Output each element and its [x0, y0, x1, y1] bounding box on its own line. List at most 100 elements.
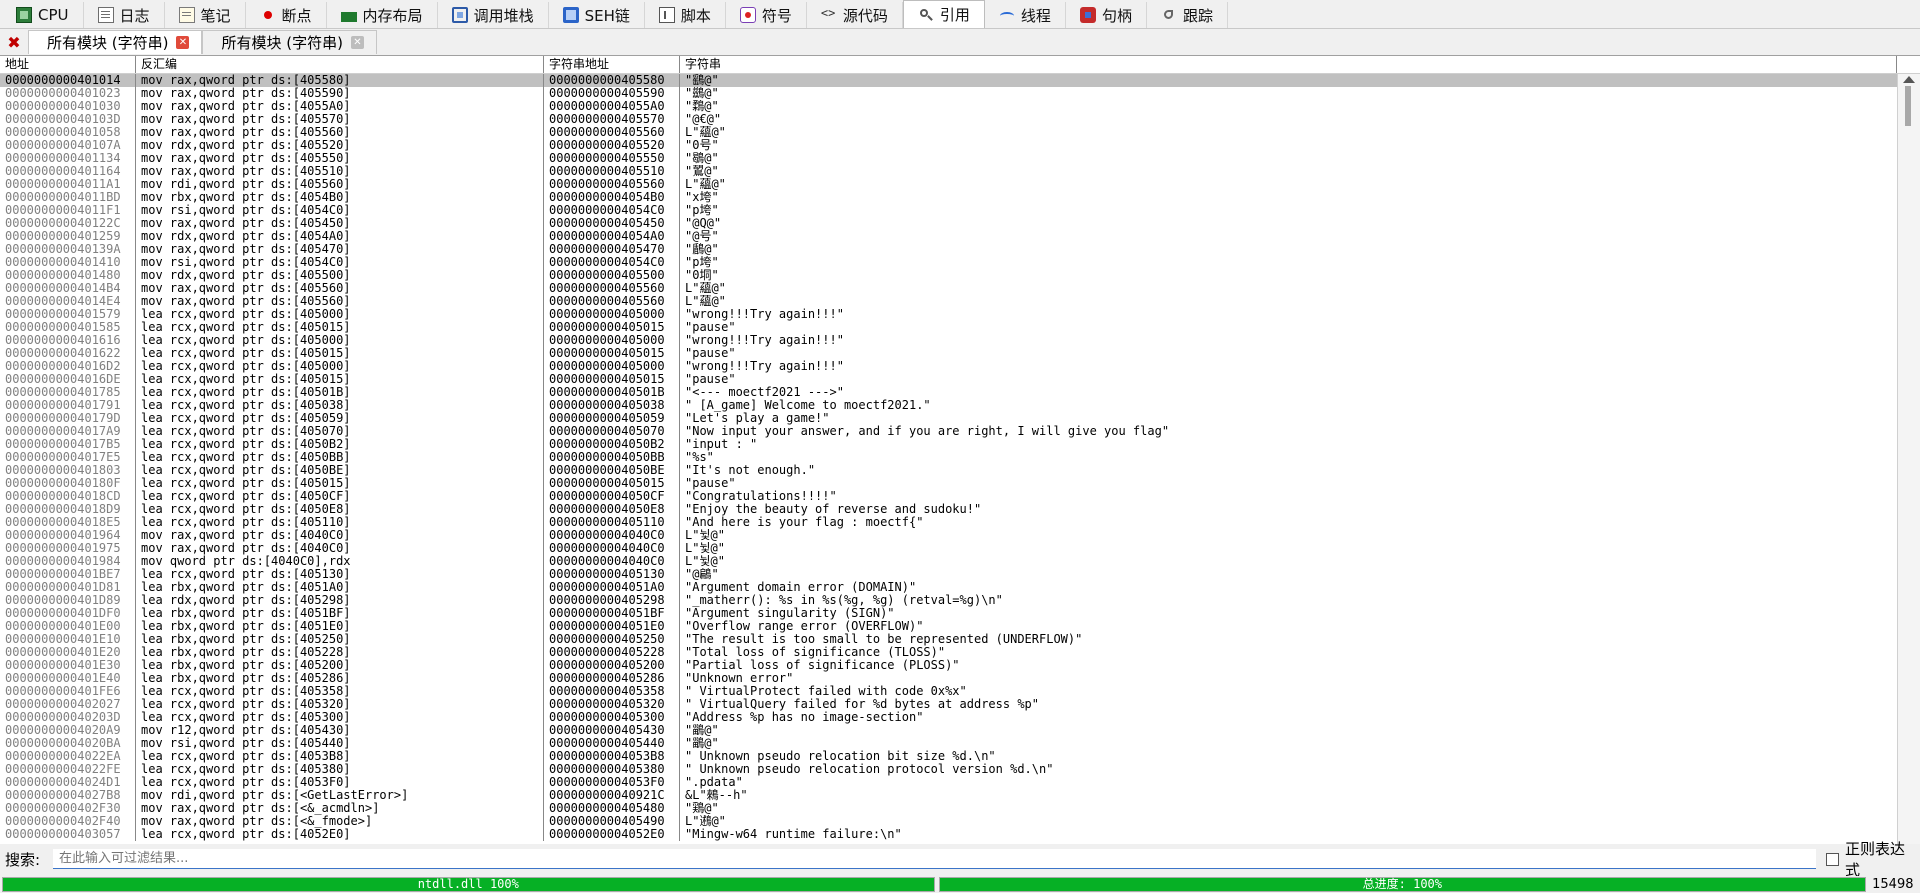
- cell-string: " VirtualQuery failed for %d bytes at ad…: [685, 698, 1040, 711]
- checkbox-box[interactable]: [1826, 852, 1840, 866]
- cell-address: 0000000000401964: [0, 529, 136, 542]
- trace-icon: [1161, 7, 1177, 23]
- table-row[interactable]: 00000000004011A1 mov rdi,qword ptr ds:[40…: [0, 178, 1897, 191]
- table-row[interactable]: 00000000004014E4 mov rax,qword ptr ds:[40…: [0, 295, 1897, 308]
- search-input[interactable]: [52, 849, 1817, 869]
- table-row[interactable]: 00000000004020BA mov rsi,qword ptr ds:[40…: [0, 737, 1897, 750]
- table-row[interactable]: 00000000004022FE lea rcx,qword ptr ds:[40…: [0, 763, 1897, 776]
- column-header-address[interactable]: 地址: [0, 56, 136, 73]
- tab-notes[interactable]: 笔记: [165, 2, 246, 28]
- table-row[interactable]: 0000000000401585 lea rcx,qword ptr ds:[40…: [0, 321, 1897, 334]
- scroll-up-arrow-icon[interactable]: [1903, 76, 1915, 83]
- column-header-string[interactable]: 字符串: [680, 56, 1897, 73]
- table-row[interactable]: 0000000000401785 lea rcx,qword ptr ds:[40…: [0, 386, 1897, 399]
- table-row[interactable]: 0000000000401E10 lea rbx,qword ptr ds:[40…: [0, 633, 1897, 646]
- cell-string-address: 0000000000405015: [544, 347, 680, 360]
- scrollbar-thumb[interactable]: [1905, 86, 1911, 126]
- table-row[interactable]: 0000000000401480 mov rdx,qword ptr ds:[40…: [0, 269, 1897, 282]
- table-row[interactable]: 0000000000401803 lea rcx,qword ptr ds:[40…: [0, 464, 1897, 477]
- references-tab-strings-2[interactable]: 所有模块 (字符串) ✕: [202, 30, 377, 54]
- tab-handles[interactable]: 句柄: [1066, 2, 1147, 28]
- table-row[interactable]: 00000000004024D1 lea rcx,qword ptr ds:[40…: [0, 776, 1897, 789]
- table-row[interactable]: 00000000004018CD lea rcx,qword ptr ds:[40…: [0, 490, 1897, 503]
- table-row[interactable]: 0000000000401E00 lea rbx,qword ptr ds:[40…: [0, 620, 1897, 633]
- table-row[interactable]: 0000000000401616 lea rcx,qword ptr ds:[40…: [0, 334, 1897, 347]
- main-tab-bar: CPU 日志 笔记 断点 内存布局 调用堆栈 SEH链 脚本 符号 源代码 引用 线程 句柄 跟踪: [0, 0, 1920, 29]
- table-row[interactable]: 0000000000402F40 mov rax,qword ptr ds:[<&…: [0, 815, 1897, 828]
- table-row[interactable]: 00000000004027B8 mov rdi,qword ptr ds:[<G…: [0, 789, 1897, 802]
- cell-address: 0000000000401030: [0, 100, 136, 113]
- tab-seh-chain[interactable]: SEH链: [549, 2, 645, 28]
- table-row[interactable]: 0000000000401579 lea rcx,qword ptr ds:[40…: [0, 308, 1897, 321]
- table-row[interactable]: 0000000000401E30 lea rbx,qword ptr ds:[40…: [0, 659, 1897, 672]
- cell-string-address: 0000000000405059: [544, 412, 680, 425]
- close-tab-icon[interactable]: ✕: [176, 36, 190, 49]
- table-row[interactable]: 00000000004017E5 lea rcx,qword ptr ds:[40…: [0, 451, 1897, 464]
- references-tab-strings-1[interactable]: 所有模块 (字符串) ✕: [28, 30, 203, 54]
- tab-references[interactable]: 引用: [902, 0, 985, 28]
- table-row[interactable]: 00000000004020A9 mov r12,qword ptr ds:[40…: [0, 724, 1897, 737]
- table-row[interactable]: 0000000000401984 mov qword ptr ds:[4040C0…: [0, 555, 1897, 568]
- table-row[interactable]: 000000000040122C mov rax,qword ptr ds:[40…: [0, 217, 1897, 230]
- table-row[interactable]: 00000000004016D2 lea rcx,qword ptr ds:[40…: [0, 360, 1897, 373]
- close-all-tabs-icon[interactable]: ✖: [0, 30, 28, 54]
- table-row[interactable]: 0000000000401FE6 lea rcx,qword ptr ds:[40…: [0, 685, 1897, 698]
- table-row[interactable]: 0000000000401D89 lea rdx,qword ptr ds:[40…: [0, 594, 1897, 607]
- table-row[interactable]: 000000000040180F lea rcx,qword ptr ds:[40…: [0, 477, 1897, 490]
- column-header-disassembly[interactable]: 反汇编: [136, 56, 544, 73]
- table-row[interactable]: 0000000000401791 lea rcx,qword ptr ds:[40…: [0, 399, 1897, 412]
- table-row[interactable]: 0000000000401030 mov rax,qword ptr ds:[40…: [0, 100, 1897, 113]
- tab-log[interactable]: 日志: [84, 2, 165, 28]
- tab-breakpoint[interactable]: 断点: [246, 2, 327, 28]
- table-row[interactable]: 0000000000401975 mov rax,qword ptr ds:[40…: [0, 542, 1897, 555]
- table-row[interactable]: 0000000000403057 lea rcx,qword ptr ds:[40…: [0, 828, 1897, 841]
- cell-string-address: 0000000000405038: [544, 399, 680, 412]
- tab-trace[interactable]: 跟踪: [1147, 2, 1228, 28]
- table-row[interactable]: 0000000000401DF0 lea rbx,qword ptr ds:[40…: [0, 607, 1897, 620]
- table-row[interactable]: 000000000040103D mov rax,qword ptr ds:[40…: [0, 113, 1897, 126]
- table-row[interactable]: 0000000000402027 lea rcx,qword ptr ds:[40…: [0, 698, 1897, 711]
- table-row[interactable]: 0000000000401023 mov rax,qword ptr ds:[40…: [0, 87, 1897, 100]
- vertical-scrollbar[interactable]: [1897, 74, 1920, 844]
- table-row[interactable]: 00000000004011BD mov rbx,qword ptr ds:[40…: [0, 191, 1897, 204]
- table-row[interactable]: 000000000040107A mov rdx,qword ptr ds:[40…: [0, 139, 1897, 152]
- tab-call-stack[interactable]: 调用堆栈: [438, 2, 549, 28]
- cell-string: L"뉯@": [685, 542, 725, 555]
- table-row[interactable]: 00000000004018E5 lea rcx,qword ptr ds:[40…: [0, 516, 1897, 529]
- tab-label: 脚本: [680, 6, 711, 25]
- cell-address: 0000000000402F30: [0, 802, 136, 815]
- table-row[interactable]: 0000000000401410 mov rsi,qword ptr ds:[40…: [0, 256, 1897, 269]
- tab-cpu[interactable]: CPU: [2, 2, 84, 28]
- table-row[interactable]: 0000000000401622 lea rcx,qword ptr ds:[40…: [0, 347, 1897, 360]
- table-row[interactable]: 000000000040139A mov rax,qword ptr ds:[40…: [0, 243, 1897, 256]
- tab-script[interactable]: 脚本: [645, 2, 726, 28]
- table-row[interactable]: 00000000004014B4 mov rax,qword ptr ds:[40…: [0, 282, 1897, 295]
- table-row[interactable]: 0000000000401014 mov rax,qword ptr ds:[40…: [0, 74, 1897, 87]
- tab-threads[interactable]: 线程: [985, 2, 1066, 28]
- table-row[interactable]: 0000000000401164 mov rax,qword ptr ds:[40…: [0, 165, 1897, 178]
- regex-checkbox[interactable]: 正则表达式: [1826, 838, 1920, 880]
- table-row[interactable]: 00000000004017B5 lea rcx,qword ptr ds:[40…: [0, 438, 1897, 451]
- table-row[interactable]: 0000000000401E20 lea rbx,qword ptr ds:[40…: [0, 646, 1897, 659]
- tab-symbols[interactable]: 符号: [726, 2, 807, 28]
- table-row[interactable]: 0000000000401058 mov rax,qword ptr ds:[40…: [0, 126, 1897, 139]
- tab-source[interactable]: 源代码: [807, 2, 903, 28]
- table-row[interactable]: 0000000000402F30 mov rax,qword ptr ds:[<&…: [0, 802, 1897, 815]
- column-header-string-address[interactable]: 字符串地址: [544, 56, 680, 73]
- table-row[interactable]: 00000000004018D9 lea rcx,qword ptr ds:[40…: [0, 503, 1897, 516]
- table-row[interactable]: 00000000004022EA lea rcx,qword ptr ds:[40…: [0, 750, 1897, 763]
- table-row[interactable]: 0000000000401E40 lea rbx,qword ptr ds:[40…: [0, 672, 1897, 685]
- table-row[interactable]: 0000000000401D81 lea rbx,qword ptr ds:[40…: [0, 581, 1897, 594]
- table-row[interactable]: 00000000004017A9 lea rcx,qword ptr ds:[40…: [0, 425, 1897, 438]
- table-row[interactable]: 00000000004016DE lea rcx,qword ptr ds:[40…: [0, 373, 1897, 386]
- cell-disassembly: mov rax,qword ptr ds:[4040C0]: [136, 542, 544, 555]
- tab-memory-map[interactable]: 内存布局: [327, 2, 438, 28]
- table-row[interactable]: 0000000000401BE7 lea rcx,qword ptr ds:[40…: [0, 568, 1897, 581]
- table-row[interactable]: 00000000004011F1 mov rsi,qword ptr ds:[40…: [0, 204, 1897, 217]
- table-row[interactable]: 0000000000401964 mov rax,qword ptr ds:[40…: [0, 529, 1897, 542]
- table-row[interactable]: 000000000040203D lea rcx,qword ptr ds:[40…: [0, 711, 1897, 724]
- table-row[interactable]: 000000000040179D lea rcx,qword ptr ds:[40…: [0, 412, 1897, 425]
- table-row[interactable]: 0000000000401134 mov rax,qword ptr ds:[40…: [0, 152, 1897, 165]
- close-tab-icon[interactable]: ✕: [350, 36, 364, 49]
- table-row[interactable]: 0000000000401259 mov rdx,qword ptr ds:[40…: [0, 230, 1897, 243]
